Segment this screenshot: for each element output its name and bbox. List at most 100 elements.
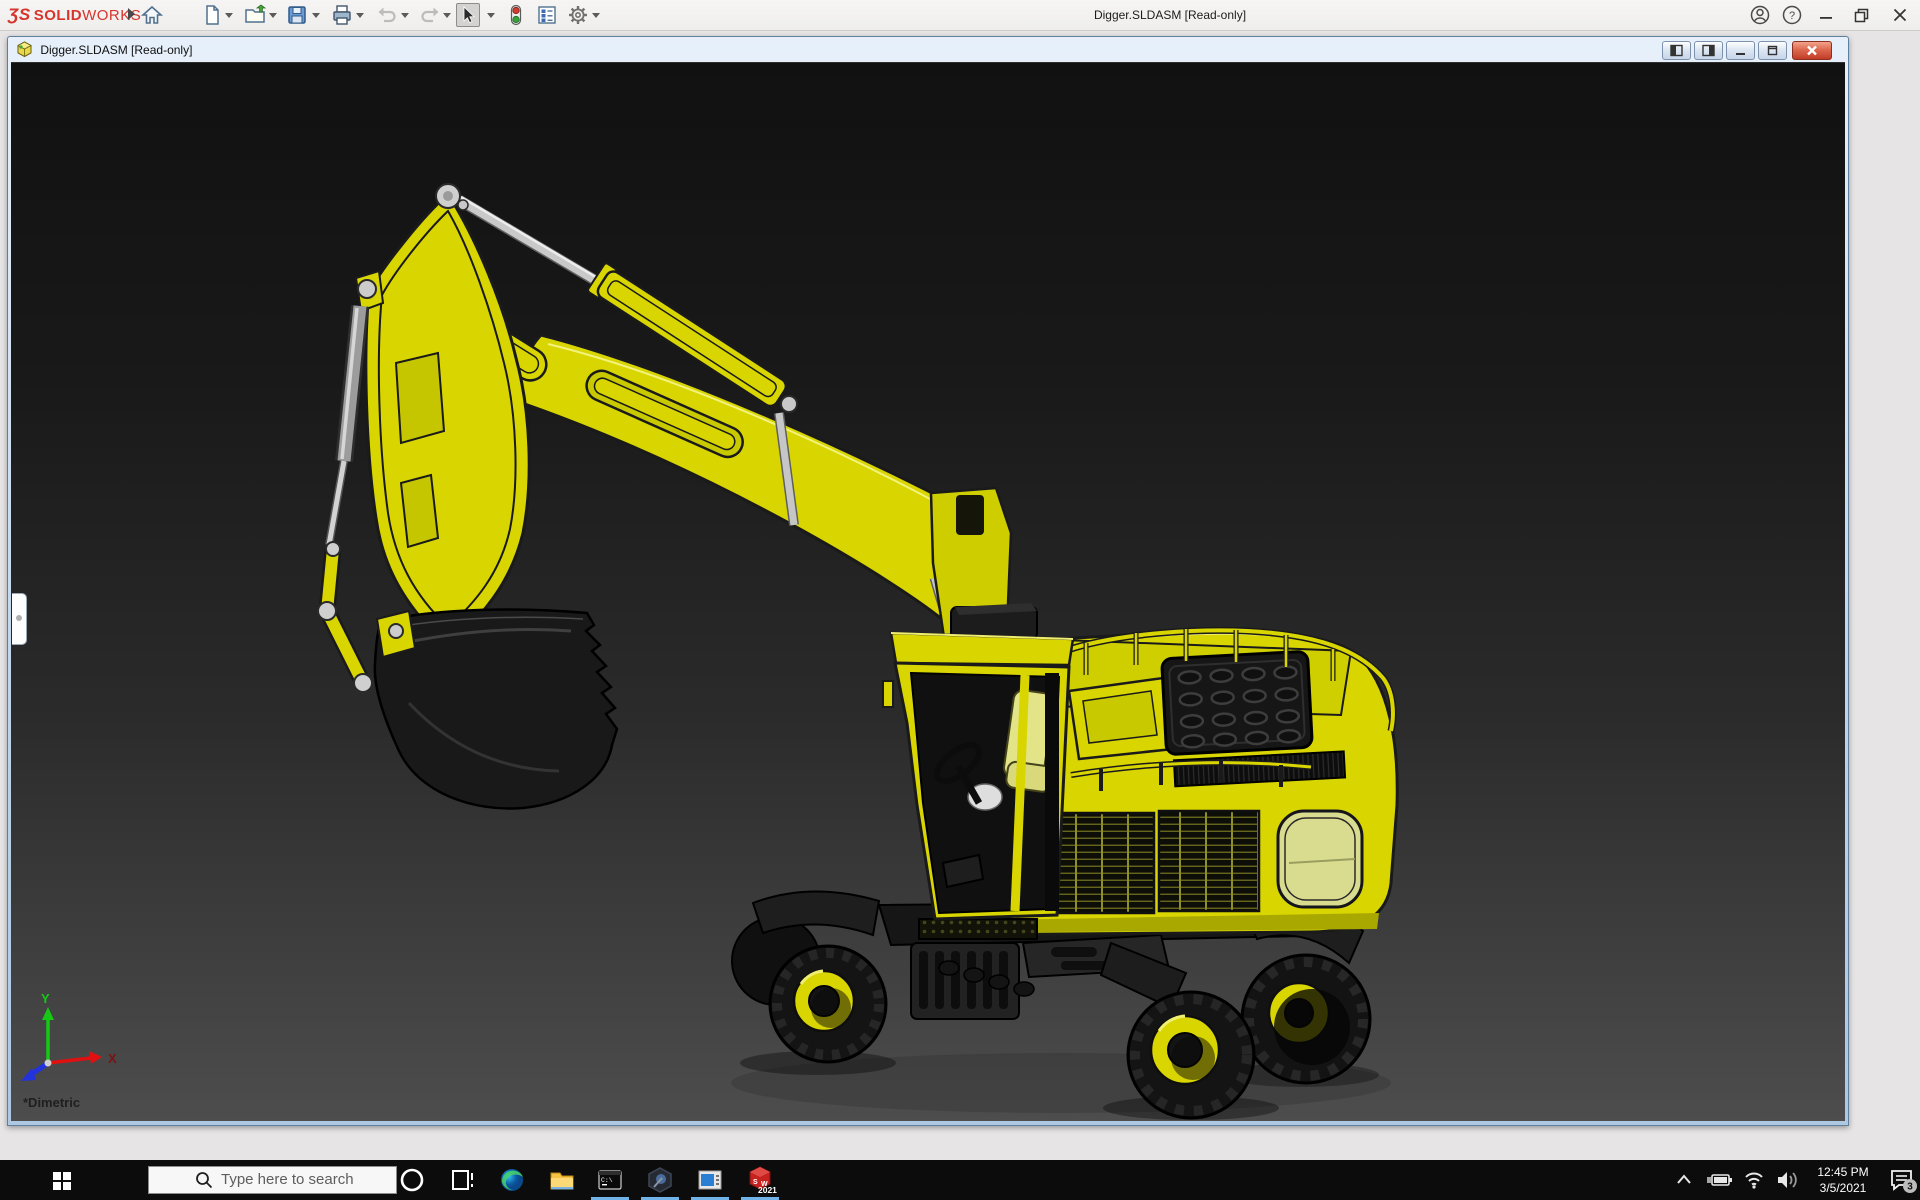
pane-left-toggle-icon: [1663, 42, 1690, 59]
close-button[interactable]: [1888, 3, 1914, 27]
cortana-button[interactable]: [390, 1160, 434, 1200]
triad-x-label: X: [108, 1051, 117, 1066]
notifications-button[interactable]: 3: [1884, 1160, 1920, 1200]
window-app-button[interactable]: [688, 1160, 732, 1200]
doc-restore-icon: [1759, 42, 1786, 59]
new-document-dropdown[interactable]: [225, 13, 233, 18]
wifi-button[interactable]: [1738, 1160, 1770, 1200]
hexagon-app-icon: [638, 1160, 682, 1200]
undo-dropdown[interactable]: [401, 13, 409, 18]
doc-minimize-icon: [1727, 42, 1754, 59]
home-icon: [140, 3, 164, 27]
save-button[interactable]: [285, 3, 309, 27]
taskbar-search[interactable]: Type here to search: [148, 1166, 397, 1194]
taskbar-clock[interactable]: 12:45 PM 3/5/2021: [1804, 1164, 1882, 1196]
excavator-bucket[interactable]: [375, 609, 617, 808]
file-properties-button[interactable]: [535, 3, 559, 27]
save-dropdown[interactable]: [312, 13, 320, 18]
home-button[interactable]: [140, 3, 164, 27]
minimize-icon: [1814, 3, 1838, 27]
speaker-icon: [1770, 1160, 1802, 1200]
wheel-front-center[interactable]: [1128, 992, 1254, 1118]
doc-restore-button[interactable]: [1758, 41, 1787, 60]
notifications-icon: 3: [1884, 1160, 1920, 1200]
print-dropdown[interactable]: [356, 13, 364, 18]
edge-icon: [490, 1160, 534, 1200]
pane-right-toggle-button[interactable]: [1694, 41, 1723, 60]
account-icon: [1748, 3, 1772, 27]
hexagon-app-button[interactable]: [638, 1160, 682, 1200]
volume-button[interactable]: [1770, 1160, 1802, 1200]
options-button[interactable]: [566, 3, 590, 27]
battery-button[interactable]: [1704, 1160, 1736, 1200]
menu-flyout-arrow[interactable]: [128, 8, 135, 20]
select-dropdown[interactable]: [487, 13, 495, 18]
solidworks-app: ƷSSOLIDWORKS: [0, 0, 1920, 1200]
new-document-button[interactable]: [200, 3, 224, 27]
select-button[interactable]: [456, 3, 480, 27]
view-orientation-label: *Dimetric: [23, 1095, 80, 1110]
app-titlebar: ƷSSOLIDWORKS: [0, 0, 1920, 31]
edge-button[interactable]: [490, 1160, 534, 1200]
reference-triad: Y X: [21, 991, 117, 1081]
wheel-front-left[interactable]: [770, 946, 886, 1062]
search-placeholder: Type here to search: [221, 1171, 354, 1188]
restore-icon: [1850, 3, 1874, 27]
triad-y-label: Y: [41, 991, 50, 1006]
tray-chevron-button[interactable]: [1668, 1160, 1700, 1200]
new-document-icon: [200, 3, 224, 27]
search-icon: [195, 1171, 213, 1189]
print-button[interactable]: [330, 3, 354, 27]
undo-icon: [374, 3, 398, 27]
graphics-viewport[interactable]: Y X *Dimetric: [11, 62, 1845, 1121]
document-titlebar[interactable]: Digger.SLDASM [Read-only]: [16, 41, 192, 61]
doc-close-button[interactable]: [1792, 41, 1832, 60]
help-button[interactable]: ?: [1780, 3, 1806, 27]
svg-text:?: ?: [1789, 10, 1795, 22]
command-prompt-button[interactable]: C:\: [588, 1160, 632, 1200]
battery-icon: [1704, 1160, 1736, 1200]
notification-count-badge: 3: [1907, 1182, 1913, 1193]
app-title: Digger.SLDASM [Read-only]: [600, 8, 1740, 22]
open-dropdown[interactable]: [269, 13, 277, 18]
solidworks-taskbar-button[interactable]: S W 2021: [738, 1160, 782, 1200]
close-icon: [1888, 3, 1912, 27]
svg-text:C:\: C:\: [601, 1177, 613, 1184]
wheel-rear-right[interactable]: [1242, 955, 1370, 1083]
rebuild-button[interactable]: [504, 3, 528, 27]
doc-minimize-button[interactable]: [1726, 41, 1755, 60]
redo-button[interactable]: [419, 3, 443, 27]
solidworks-year-label: 2021: [758, 1185, 777, 1195]
open-button[interactable]: [243, 3, 267, 27]
document-title: Digger.SLDASM [Read-only]: [40, 43, 192, 57]
chevron-up-icon: [1668, 1160, 1700, 1200]
clock-time: 12:45 PM: [1804, 1164, 1882, 1180]
operator-cab[interactable]: [883, 603, 1073, 919]
options-dropdown[interactable]: [592, 13, 600, 18]
task-view-icon: [441, 1160, 485, 1200]
restore-button[interactable]: [1850, 3, 1876, 27]
redo-icon: [419, 3, 443, 27]
rebuild-traffic-light-icon: [504, 3, 528, 27]
undo-button[interactable]: [374, 3, 398, 27]
solidworks-logo-glyph: ƷS: [8, 5, 31, 24]
redo-dropdown[interactable]: [443, 13, 451, 18]
start-button[interactable]: [40, 1160, 84, 1200]
featuremanager-collapsed-tab[interactable]: [12, 593, 27, 645]
windows-taskbar: Type here to search: [0, 1160, 1920, 1200]
print-icon: [330, 3, 354, 27]
assembly-document-icon: [16, 41, 33, 58]
doc-close-icon: [1793, 42, 1831, 59]
solidworks-logo: ƷSSOLIDWORKS: [8, 5, 141, 25]
file-properties-icon: [535, 3, 559, 27]
clock-date: 3/5/2021: [1804, 1180, 1882, 1196]
open-icon: [243, 3, 267, 27]
excavator-model[interactable]: Y X: [11, 63, 1845, 1121]
file-explorer-button[interactable]: [540, 1160, 584, 1200]
pane-left-toggle-button[interactable]: [1662, 41, 1691, 60]
task-view-button[interactable]: [441, 1160, 485, 1200]
minimize-button[interactable]: [1814, 3, 1840, 27]
account-button[interactable]: [1748, 3, 1774, 27]
help-icon: ?: [1780, 3, 1804, 27]
solidworks-app-icon: S W 2021: [738, 1160, 782, 1200]
